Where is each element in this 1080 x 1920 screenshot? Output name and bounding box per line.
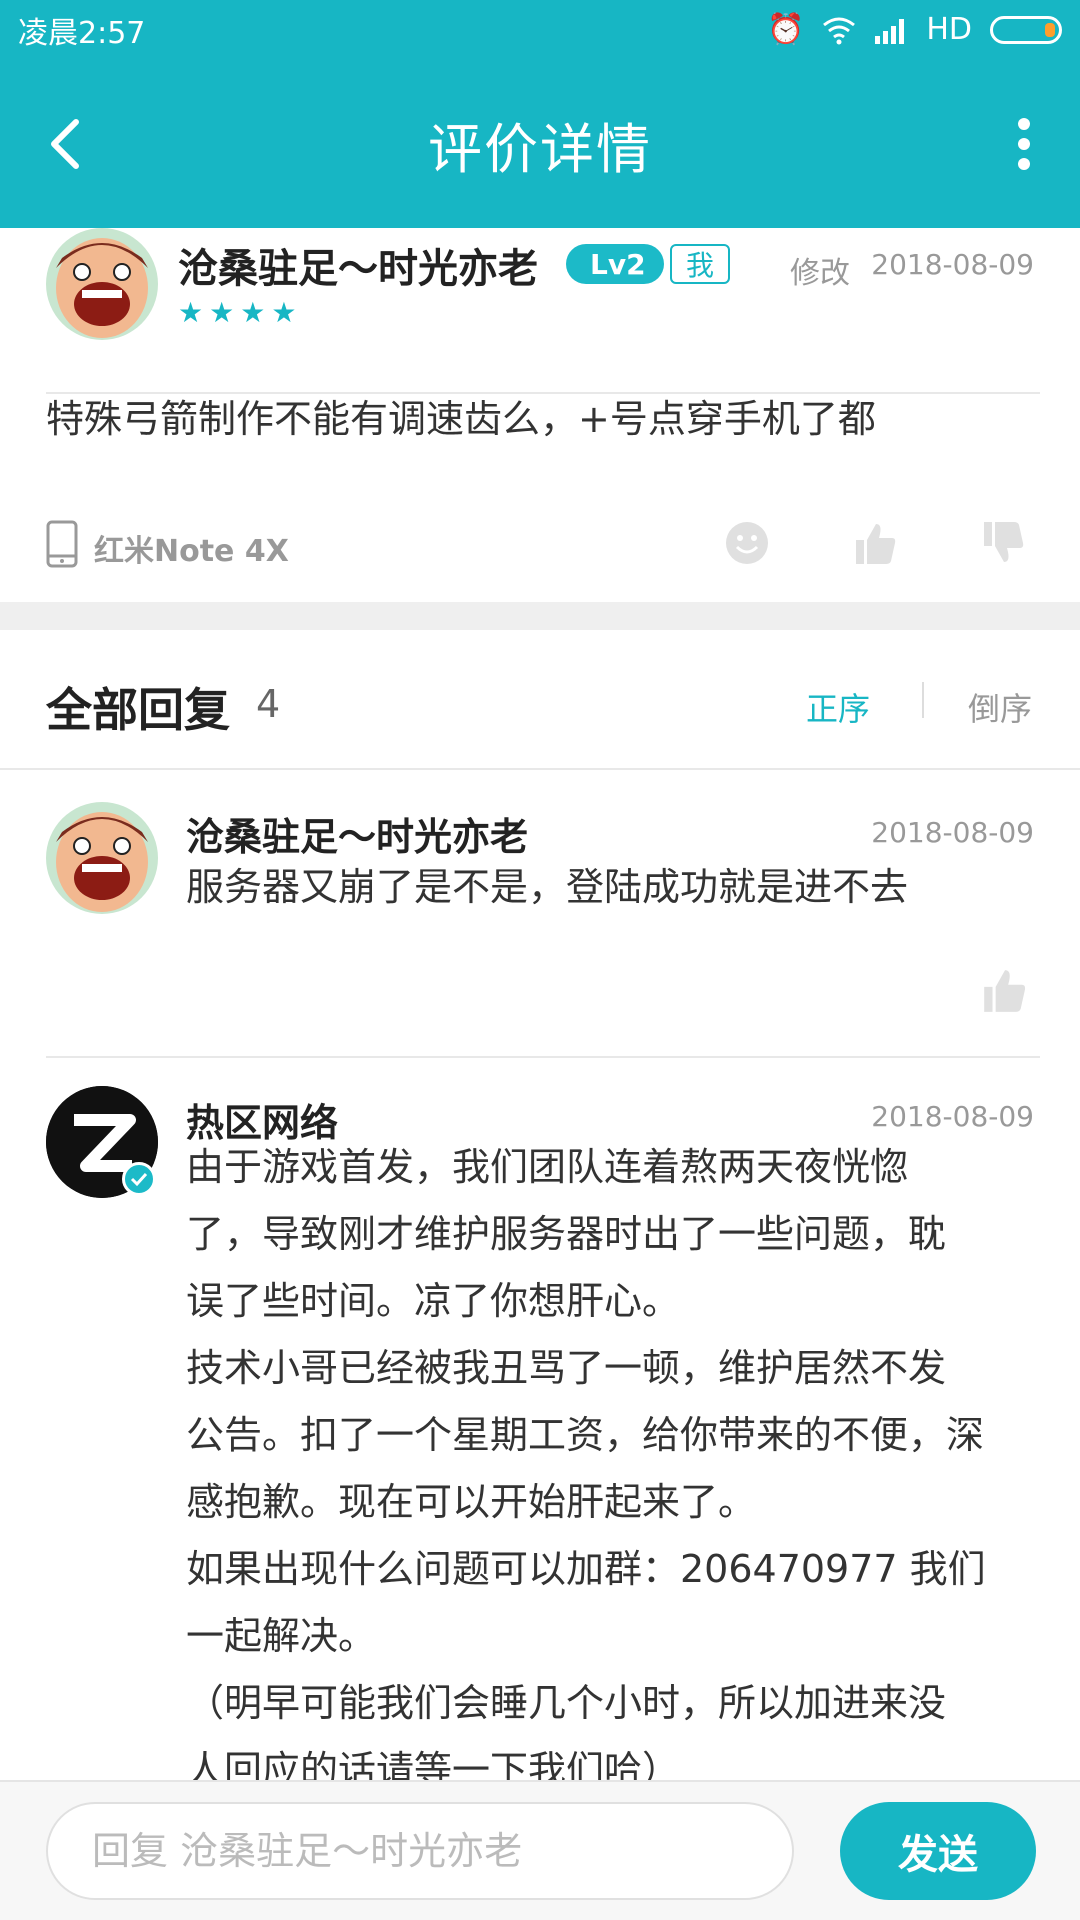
review-author[interactable]: 沧桑驻足～时光亦老 — [178, 236, 538, 294]
review-card: 沧桑驻足～时光亦老 Lv2 我 修改 2018-08-09 ★★★★ 特殊弓箭制… — [0, 228, 1080, 602]
reply-input[interactable] — [46, 1802, 794, 1900]
thumbs-up-icon[interactable] — [980, 966, 1028, 1014]
status-time: 凌晨2:57 — [18, 16, 146, 51]
reply-text: 由于游戏首发，我们团队连着熬两天夜恍惚 了，导致刚才维护服务器时出了一些问题，耽… — [186, 1134, 1046, 1780]
avatar-image — [46, 802, 158, 914]
replies-header: 全部回复 4 正序 倒序 — [0, 630, 1080, 768]
signal-icon — [875, 19, 905, 44]
reply-line: 感抱歉。现在可以开始肝起来了。 — [186, 1480, 757, 1524]
star-icon: ★ — [271, 296, 303, 329]
level-badge: Lv2 — [566, 244, 664, 284]
review-text: 特殊弓箭制作不能有调速齿么，+号点穿手机了都 — [46, 397, 876, 441]
phone-icon — [46, 520, 78, 568]
page-title: 评价详情 — [428, 117, 652, 181]
send-button[interactable]: 发送 — [840, 1802, 1036, 1900]
reply-line: 技术小哥已经被我丑骂了一顿，维护居然不发 — [186, 1346, 947, 1390]
reply-item: 沧桑驻足～时光亦老 2018-08-09 服务器又崩了是不是，登陆成功就是进不去 — [0, 770, 1080, 1058]
reply-line: 了，导致刚才维护服务器时出了一些问题，耽 — [186, 1212, 947, 1256]
device-name: 红米Note 4X — [94, 534, 289, 569]
reply-line: 一起解决。 — [186, 1614, 377, 1658]
avatar[interactable] — [46, 802, 158, 914]
avatar[interactable] — [46, 228, 158, 340]
reply-line: 公告。扣了一个星期工资，给你带来的不便，深 — [186, 1413, 985, 1457]
alarm-icon: ⏰ — [766, 12, 805, 47]
star-icon: ★ — [178, 296, 210, 329]
status-icons: ⏰ HD — [767, 15, 1062, 45]
reply-line: 误了些时间。凉了你想肝心。 — [186, 1279, 681, 1323]
avatar-image — [46, 228, 158, 340]
sort-separator — [922, 682, 924, 718]
network-type: HD — [926, 12, 972, 47]
star-icon: ★ — [240, 296, 272, 329]
review-date: 2018-08-09 — [871, 248, 1034, 281]
thumbs-down-icon[interactable] — [980, 520, 1026, 566]
section-gap — [0, 602, 1080, 630]
wifi-icon — [823, 17, 856, 45]
reply-line: 人回应的话请等一下我们哈） — [186, 1748, 681, 1780]
reply-bar: 发送 — [0, 1780, 1080, 1920]
star-icon: ★ — [209, 296, 241, 329]
reply-author[interactable]: 沧桑驻足～时光亦老 — [186, 806, 528, 861]
battery-icon — [990, 16, 1062, 44]
divider — [46, 392, 1040, 394]
replies-count: 4 — [256, 682, 281, 726]
reply-line: 如果出现什么问题可以加群：206470977 我们 — [186, 1547, 986, 1591]
reply-item: 热区网络 2018-08-09 由于游戏首发，我们团队连着熬两天夜恍惚 了，导致… — [0, 1058, 1080, 1780]
sort-ascending-tab[interactable]: 正序 — [806, 684, 870, 730]
more-options-icon[interactable] — [1004, 104, 1044, 184]
back-button[interactable] — [36, 104, 96, 184]
reply-line: （明早可能我们会睡几个小时，所以加进来没 — [186, 1681, 947, 1725]
reply-line: 由于游戏首发，我们团队连着熬两天夜恍惚 — [186, 1145, 909, 1189]
sort-descending-tab[interactable]: 倒序 — [968, 684, 1032, 730]
emoji-icon[interactable] — [724, 520, 770, 566]
verified-icon — [122, 1162, 156, 1196]
replies-title: 全部回复 — [46, 683, 230, 737]
reply-date: 2018-08-09 — [871, 1100, 1034, 1133]
reply-date: 2018-08-09 — [871, 816, 1034, 849]
star-rating: ★★★★ — [178, 296, 302, 329]
edit-button[interactable]: 修改 — [790, 248, 850, 292]
reply-text: 服务器又崩了是不是，登陆成功就是进不去 — [186, 865, 909, 909]
app-header: 评价详情 — [0, 60, 1080, 228]
status-bar: 凌晨2:57 ⏰ HD — [0, 0, 1080, 60]
thumbs-up-icon[interactable] — [852, 520, 898, 566]
me-badge: 我 — [670, 244, 730, 284]
